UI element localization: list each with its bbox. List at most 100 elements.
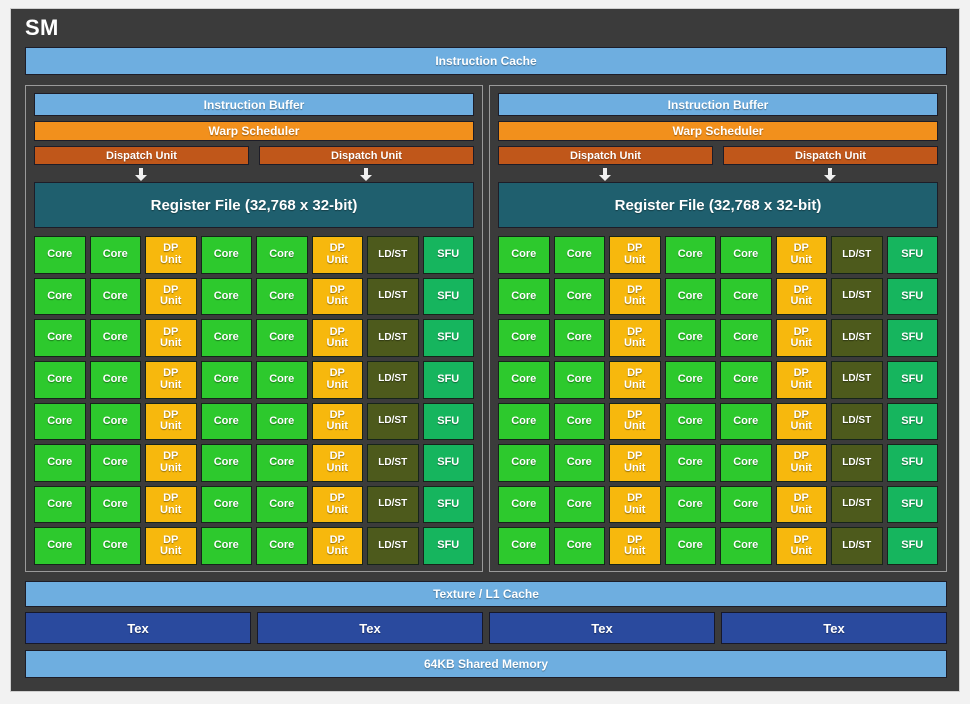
unit-sfu-left-r3-c8: SFU — [422, 319, 474, 357]
unit-sfu-left-r8-c8: SFU — [422, 527, 474, 565]
unit-dp-left-r5-c3: DP Unit — [145, 402, 197, 441]
unit-dp-left-r6-c6: DP Unit — [311, 444, 363, 482]
unit-dp-right-r3-c6: DP Unit — [775, 319, 827, 357]
unit-dp-right-r8-c3: DP Unit — [609, 527, 661, 565]
unit-core-left-r3-c1: Core — [34, 319, 86, 357]
dispatch-unit-left-2: Dispatch Unit — [259, 146, 474, 165]
unit-core-left-r4-c2: Core — [89, 360, 141, 399]
unit-sfu-left-r4-c8: SFU — [422, 360, 474, 399]
unit-ldst-left-r1-c7: LD/ST — [367, 236, 419, 274]
unit-core-right-r7-c2: Core — [553, 485, 605, 524]
dispatch-unit-right-1: Dispatch Unit — [498, 146, 713, 165]
unit-core-left-r4-c1: Core — [34, 360, 86, 399]
unit-core-left-r4-c4: Core — [200, 360, 252, 399]
unit-label: Unit — [790, 461, 812, 474]
unit-core-right-r6-c2: Core — [553, 444, 605, 482]
unit-core-left-r3-c4: Core — [200, 319, 252, 357]
unit-core-right-r2-c2: Core — [553, 277, 605, 316]
unit-core-right-r3-c1: Core — [498, 319, 550, 357]
unit-core-right-r5-c2: Core — [553, 402, 605, 441]
unit-label: Unit — [326, 378, 348, 391]
unit-ldst-right-r6-c7: LD/ST — [831, 444, 883, 482]
unit-dp-right-r5-c6: DP Unit — [775, 402, 827, 441]
unit-core-right-r7-c1: Core — [498, 485, 550, 524]
instruction-cache-block: Instruction Cache — [25, 47, 947, 75]
unit-dp-left-r3-c3: DP Unit — [145, 319, 197, 357]
unit-core-left-r6-c2: Core — [89, 444, 141, 482]
unit-label: Unit — [624, 461, 646, 474]
unit-core-left-r8-c4: Core — [200, 527, 252, 565]
unit-label: Unit — [624, 545, 646, 558]
unit-core-right-r3-c4: Core — [664, 319, 716, 357]
instruction-buffer-right: Instruction Buffer — [498, 93, 938, 116]
unit-ldst-left-r3-c7: LD/ST — [367, 319, 419, 357]
dispatch-unit-left-1: Dispatch Unit — [34, 146, 249, 165]
unit-label: Unit — [326, 420, 348, 433]
unit-core-right-r2-c5: Core — [720, 277, 772, 316]
unit-core-right-r8-c1: Core — [498, 527, 550, 565]
unit-ldst-right-r7-c7: LD/ST — [831, 485, 883, 524]
unit-label: Unit — [790, 378, 812, 391]
unit-core-left-r7-c4: Core — [200, 485, 252, 524]
unit-label: Unit — [624, 378, 646, 391]
unit-core-left-r6-c1: Core — [34, 444, 86, 482]
unit-label: DP — [793, 492, 809, 505]
unit-core-right-r6-c5: Core — [720, 444, 772, 482]
down-arrow-icon — [823, 168, 837, 182]
unit-core-right-r2-c4: Core — [664, 277, 716, 316]
unit-label: Unit — [326, 295, 348, 308]
unit-core-left-r1-c1: Core — [34, 236, 86, 274]
unit-label: DP — [627, 367, 643, 380]
unit-sfu-left-r2-c8: SFU — [422, 277, 474, 316]
unit-label: Unit — [160, 461, 182, 474]
unit-label: Unit — [326, 503, 348, 516]
unit-sfu-right-r1-c8: SFU — [886, 236, 938, 274]
unit-label: DP — [627, 492, 643, 505]
unit-dp-right-r1-c6: DP Unit — [775, 236, 827, 274]
dispatch-unit-right-2: Dispatch Unit — [723, 146, 938, 165]
texture-l1-cache-block: Texture / L1 Cache — [25, 581, 947, 607]
unit-core-right-r5-c5: Core — [720, 402, 772, 441]
unit-sfu-right-r6-c8: SFU — [886, 444, 938, 482]
unit-core-left-r6-c5: Core — [256, 444, 308, 482]
unit-label: Unit — [160, 378, 182, 391]
warp-scheduler-left: Warp Scheduler — [34, 121, 474, 141]
unit-dp-left-r4-c6: DP Unit — [311, 360, 363, 399]
unit-core-left-r8-c1: Core — [34, 527, 86, 565]
unit-label: Unit — [790, 420, 812, 433]
unit-core-left-r7-c2: Core — [89, 485, 141, 524]
unit-dp-left-r2-c3: DP Unit — [145, 277, 197, 316]
sm-diagram-root: SM Instruction Cache Instruction Buffer … — [0, 0, 970, 704]
unit-ldst-left-r2-c7: LD/ST — [367, 277, 419, 316]
unit-sfu-right-r7-c8: SFU — [886, 485, 938, 524]
processing-block-right: Instruction Buffer Warp Scheduler Dispat… — [489, 85, 947, 572]
unit-core-right-r2-c1: Core — [498, 277, 550, 316]
unit-ldst-left-r7-c7: LD/ST — [367, 485, 419, 524]
unit-ldst-left-r5-c7: LD/ST — [367, 402, 419, 441]
unit-label: Unit — [624, 253, 646, 266]
unit-core-left-r5-c5: Core — [256, 402, 308, 441]
unit-dp-right-r3-c3: DP Unit — [609, 319, 661, 357]
unit-core-left-r7-c1: Core — [34, 485, 86, 524]
unit-core-right-r1-c1: Core — [498, 236, 550, 274]
unit-ldst-right-r2-c7: LD/ST — [831, 277, 883, 316]
unit-dp-right-r2-c3: DP Unit — [609, 277, 661, 316]
unit-label: Unit — [326, 461, 348, 474]
unit-core-right-r6-c1: Core — [498, 444, 550, 482]
execution-unit-grid-right: Core Core DP Unit Core Core DP Unit LD/ST SFU Core… — [498, 236, 938, 565]
unit-label: Unit — [326, 253, 348, 266]
unit-core-left-r5-c1: Core — [34, 402, 86, 441]
unit-dp-right-r1-c3: DP Unit — [609, 236, 661, 274]
unit-sfu-right-r2-c8: SFU — [886, 277, 938, 316]
unit-core-right-r3-c5: Core — [720, 319, 772, 357]
warp-scheduler-right: Warp Scheduler — [498, 121, 938, 141]
unit-label: Unit — [160, 337, 182, 350]
unit-ldst-right-r3-c7: LD/ST — [831, 319, 883, 357]
unit-dp-right-r6-c6: DP Unit — [775, 444, 827, 482]
unit-core-left-r2-c1: Core — [34, 277, 86, 316]
unit-sfu-right-r3-c8: SFU — [886, 319, 938, 357]
unit-core-right-r4-c2: Core — [553, 360, 605, 399]
unit-dp-right-r7-c6: DP Unit — [775, 485, 827, 524]
unit-label: Unit — [790, 253, 812, 266]
unit-dp-right-r2-c6: DP Unit — [775, 277, 827, 316]
